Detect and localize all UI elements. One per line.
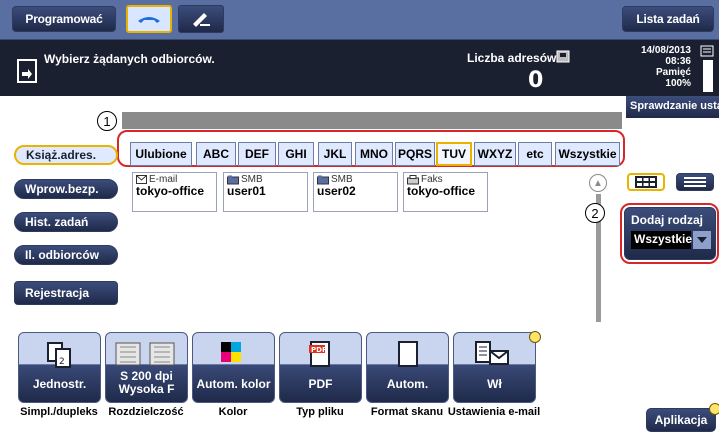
resolution-caption: Rozdzielczość	[108, 406, 184, 418]
simplex-duplex-caption: Simpl./dupleks	[20, 406, 98, 418]
address-count-label: Liczba adresów	[467, 51, 557, 65]
scroll-up-button[interactable]: ▲	[589, 174, 607, 192]
svg-text:2: 2	[59, 357, 65, 367]
chevron-down-icon	[697, 237, 707, 243]
address-name: tokyo-office	[407, 184, 476, 198]
memory-bar	[703, 60, 713, 92]
notification-dot	[709, 403, 719, 415]
address-card[interactable]: SMB user01	[223, 172, 308, 212]
tab-index-def[interactable]: DEF	[238, 142, 276, 166]
status-datetime: 14/08/2013 08:36 Pamięć 100%	[625, 45, 691, 89]
tab-index-abc[interactable]: ABC	[196, 142, 236, 166]
list-view-icon	[684, 177, 706, 187]
svg-text:PDF: PDF	[311, 346, 327, 354]
sidebar-item-address-book[interactable]: Książ.adres.	[14, 145, 118, 165]
tab-index-ulubione[interactable]: Ulubione	[130, 142, 192, 166]
tab-index-etc[interactable]: etc	[518, 142, 552, 166]
tab-index-ghi[interactable]: GHI	[278, 142, 314, 166]
address-name: tokyo-office	[136, 184, 205, 198]
program-button[interactable]: Programować	[12, 6, 116, 32]
address-card[interactable]: E-mail tokyo-office	[132, 172, 217, 212]
scan-format-caption: Format skanu	[370, 406, 444, 418]
tab-index-wszystkie[interactable]: Wszystkie	[555, 142, 620, 166]
tab-index-pqrs[interactable]: PQRS	[395, 142, 435, 166]
grid-view-icon	[635, 176, 657, 188]
time-text: 08:36	[665, 56, 691, 67]
email-settings-icon	[475, 341, 509, 365]
address-count-value: 0	[528, 68, 544, 93]
tab-scan-email[interactable]	[126, 5, 172, 33]
address-card[interactable]: Faks tokyo-office	[403, 172, 488, 212]
color-icon	[221, 342, 241, 362]
application-button[interactable]: Aplikacja	[646, 408, 716, 432]
address-name: user02	[317, 184, 356, 198]
sidebar-item-job-history[interactable]: Hist. zadań	[14, 212, 118, 232]
file-type-caption: Typ pliku	[296, 406, 344, 418]
filter-select[interactable]: Wszystkie	[631, 231, 692, 249]
list-view-button[interactable]	[676, 173, 714, 191]
notification-dot	[529, 331, 541, 343]
memory-value: 100%	[665, 78, 691, 89]
tab-index-jkl[interactable]: JKL	[318, 142, 352, 166]
sidebar-item-destination-count[interactable]: Il. odbiorców	[14, 245, 118, 265]
simplex-duplex-icon: 2	[47, 342, 71, 368]
email-settings-caption: Ustawienia e-mail	[447, 406, 541, 418]
scan-format-icon	[398, 341, 418, 367]
tab-fax[interactable]	[178, 5, 224, 33]
phone-icon	[138, 17, 160, 23]
envelope-icon	[136, 175, 147, 184]
scan-format-value: Autom.	[386, 377, 429, 391]
tab-index-wxyz[interactable]: WXYZ	[474, 142, 516, 166]
smb-folder-icon	[317, 175, 329, 184]
tab-index-tuv[interactable]: TUV	[436, 142, 472, 166]
document-send-icon	[17, 59, 37, 83]
job-list-button[interactable]: Lista zadań	[622, 6, 714, 32]
filter-dropdown-button[interactable]	[693, 231, 711, 249]
color-caption: Kolor	[218, 406, 248, 418]
sidebar-item-direct-input[interactable]: Wprow.bezp.	[14, 179, 118, 199]
check-settings-button[interactable]: Sprawdzanie usta	[626, 96, 719, 118]
color-value: Autom. kolor	[196, 377, 271, 391]
callout-2: 2	[585, 203, 605, 223]
pen-icon	[193, 13, 210, 27]
register-button[interactable]: Rejestracja	[14, 281, 118, 305]
tray-icon	[700, 45, 714, 57]
resolution-icon	[115, 342, 175, 366]
address-name: user01	[227, 184, 266, 198]
resolution-value: S 200 dpi Wysoka F	[118, 369, 175, 396]
date-text: 14/08/2013	[640, 45, 691, 56]
filter-label: Dodaj rodzaj	[631, 213, 704, 227]
callout-1: 1	[97, 111, 117, 131]
address-card[interactable]: SMB user02	[313, 172, 398, 212]
grid-view-button[interactable]	[627, 173, 665, 191]
email-settings-value: Wł	[487, 377, 502, 391]
destination-bar	[122, 112, 622, 129]
fax-icon	[407, 174, 419, 184]
pdf-file-icon: PDF	[309, 341, 330, 367]
smb-folder-icon	[227, 175, 239, 184]
address-count-icon	[556, 50, 570, 63]
simplex-duplex-value: Jednostr.	[32, 377, 87, 391]
message-band	[0, 40, 719, 96]
tab-index-mno[interactable]: MNO	[355, 142, 393, 166]
instruction-text: Wybierz żądanych odbiorców.	[44, 52, 215, 66]
scan-send-screen: Programować Lista zadań Wybierz żądanych…	[0, 0, 719, 435]
chevron-up-icon: ▲	[593, 177, 603, 189]
memory-label: Pamięć	[655, 67, 691, 78]
file-type-value: PDF	[308, 377, 333, 391]
